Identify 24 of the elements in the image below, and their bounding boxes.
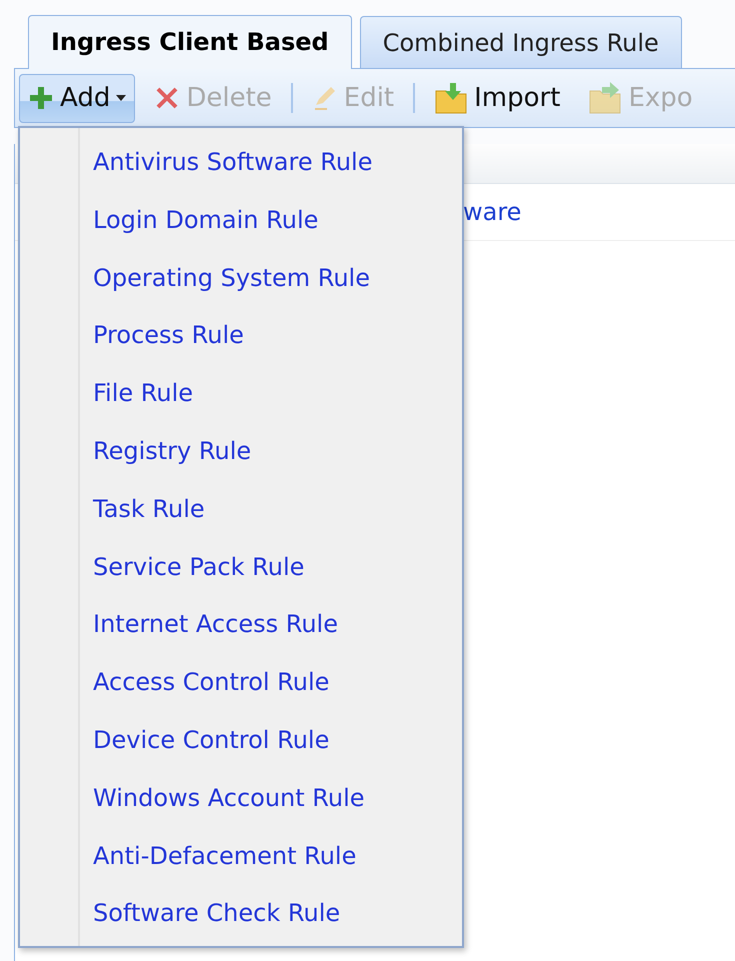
add-button[interactable]: Add xyxy=(19,74,136,122)
menu-item[interactable]: Internet Access Rule xyxy=(20,596,462,654)
menu-item[interactable]: Registry Rule xyxy=(20,422,462,481)
menu-item[interactable]: Device Control Rule xyxy=(20,712,462,770)
folder-arrow-icon xyxy=(434,81,468,115)
caret-icon xyxy=(116,95,126,101)
menu-item[interactable]: Process Rule xyxy=(20,307,462,366)
close-icon xyxy=(154,85,180,111)
menu-item[interactable]: Antivirus Software Rule xyxy=(20,134,462,192)
menu-item[interactable]: Operating System Rule xyxy=(20,250,462,308)
tab[interactable]: Ingress Client Based xyxy=(28,15,352,69)
tab[interactable]: Combined Ingress Rule xyxy=(360,16,682,68)
menu-item[interactable]: Anti-Defacement Rule xyxy=(20,828,462,886)
menu-item[interactable]: File Rule xyxy=(20,365,462,423)
import-button[interactable]: Import xyxy=(425,74,570,122)
menu-item[interactable]: Service Pack Rule xyxy=(20,538,462,596)
menu-item[interactable]: Access Control Rule xyxy=(20,654,462,712)
menu-item[interactable]: Windows Account Rule xyxy=(20,770,462,828)
menu-item[interactable]: Task Rule xyxy=(20,480,462,539)
table-cell-text: ware xyxy=(463,197,522,228)
folder-arrow-icon xyxy=(588,81,622,115)
menu-item[interactable]: Software Check Rule xyxy=(20,885,462,944)
menu-item[interactable]: Login Domain Rule xyxy=(20,192,462,250)
plus-icon xyxy=(28,85,54,111)
